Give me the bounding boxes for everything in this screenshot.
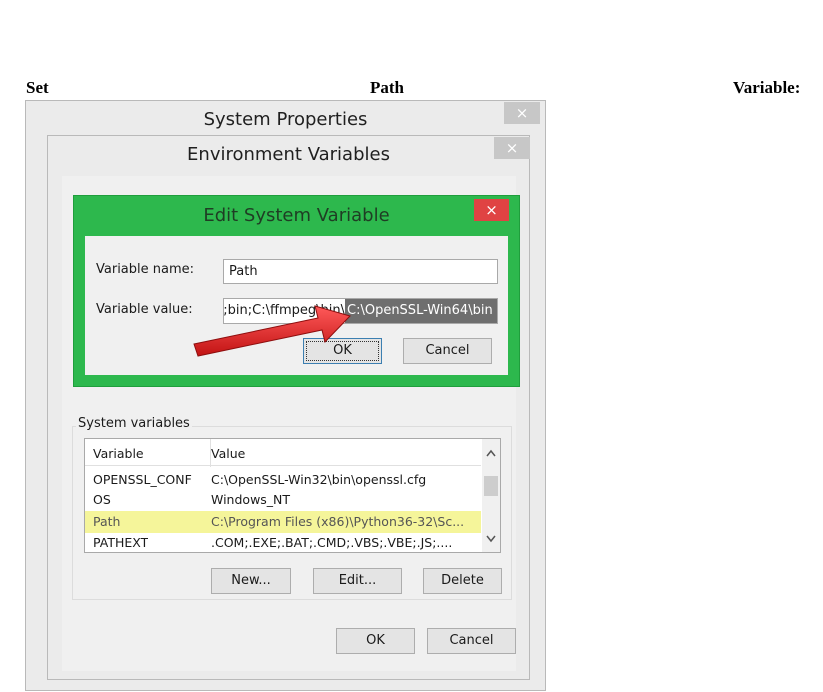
new-button[interactable]: New... xyxy=(211,568,291,594)
close-icon[interactable]: × xyxy=(474,199,509,221)
heading-set: Set xyxy=(26,78,49,97)
list-header: Variable Value xyxy=(85,443,481,466)
row-variable: OPENSSL_CONF xyxy=(93,472,192,487)
row-value: C:\Program Files (x86)\Python36-32\Sc... xyxy=(211,514,465,529)
row-value: .COM;.EXE;.BAT;.CMD;.VBS;.VBE;.JS;.... xyxy=(211,535,453,550)
scrollbar[interactable] xyxy=(482,439,500,552)
close-icon[interactable]: × xyxy=(504,102,540,124)
system-variables-list[interactable]: Variable Value OPENSSL_CONF C:\OpenSSL-W… xyxy=(84,438,501,553)
cancel-button[interactable]: Cancel xyxy=(427,628,516,654)
column-header-value[interactable]: Value xyxy=(211,443,245,465)
table-row[interactable]: PATHEXT .COM;.EXE;.BAT;.CMD;.VBS;.VBE;.J… xyxy=(85,532,481,552)
edit-button[interactable]: Edit... xyxy=(313,568,402,594)
system-variables-label: System variables xyxy=(76,416,192,431)
row-variable: OS xyxy=(93,492,111,507)
chevron-up-icon[interactable] xyxy=(486,449,496,457)
edit-system-variable-title: Edit System Variable xyxy=(203,205,390,226)
row-variable: PATHEXT xyxy=(93,535,149,550)
heading-path: Path xyxy=(370,78,404,97)
variable-name-field[interactable]: Path xyxy=(223,259,498,284)
system-properties-title: System Properties xyxy=(203,109,368,130)
ok-button[interactable]: OK xyxy=(336,628,415,654)
row-value: C:\OpenSSL-Win32\bin\openssl.cfg xyxy=(211,472,427,487)
column-header-variable[interactable]: Variable xyxy=(93,443,144,465)
cancel-button[interactable]: Cancel xyxy=(403,338,492,364)
table-row[interactable]: OS Windows_NT xyxy=(85,489,481,511)
heading-variable: Variable: xyxy=(733,78,801,97)
table-row[interactable]: OPENSSL_CONF C:\OpenSSL-Win32\bin\openss… xyxy=(85,469,481,491)
row-variable: Path xyxy=(93,514,121,529)
scrollbar-thumb[interactable] xyxy=(484,476,498,496)
column-divider xyxy=(210,439,211,467)
close-icon[interactable]: × xyxy=(494,137,530,159)
variable-value-label: Variable value: xyxy=(96,302,193,317)
variable-name-label: Variable name: xyxy=(96,262,195,277)
environment-variables-title: Environment Variables xyxy=(187,144,390,165)
chevron-down-icon[interactable] xyxy=(486,535,496,543)
table-row-selected[interactable]: Path C:\Program Files (x86)\Python36-32\… xyxy=(85,511,481,533)
variable-value-selected: C:\OpenSSL-Win64\bin xyxy=(345,299,497,323)
row-value: Windows_NT xyxy=(211,492,291,507)
red-arrow-icon xyxy=(193,305,351,357)
delete-button[interactable]: Delete xyxy=(423,568,502,594)
